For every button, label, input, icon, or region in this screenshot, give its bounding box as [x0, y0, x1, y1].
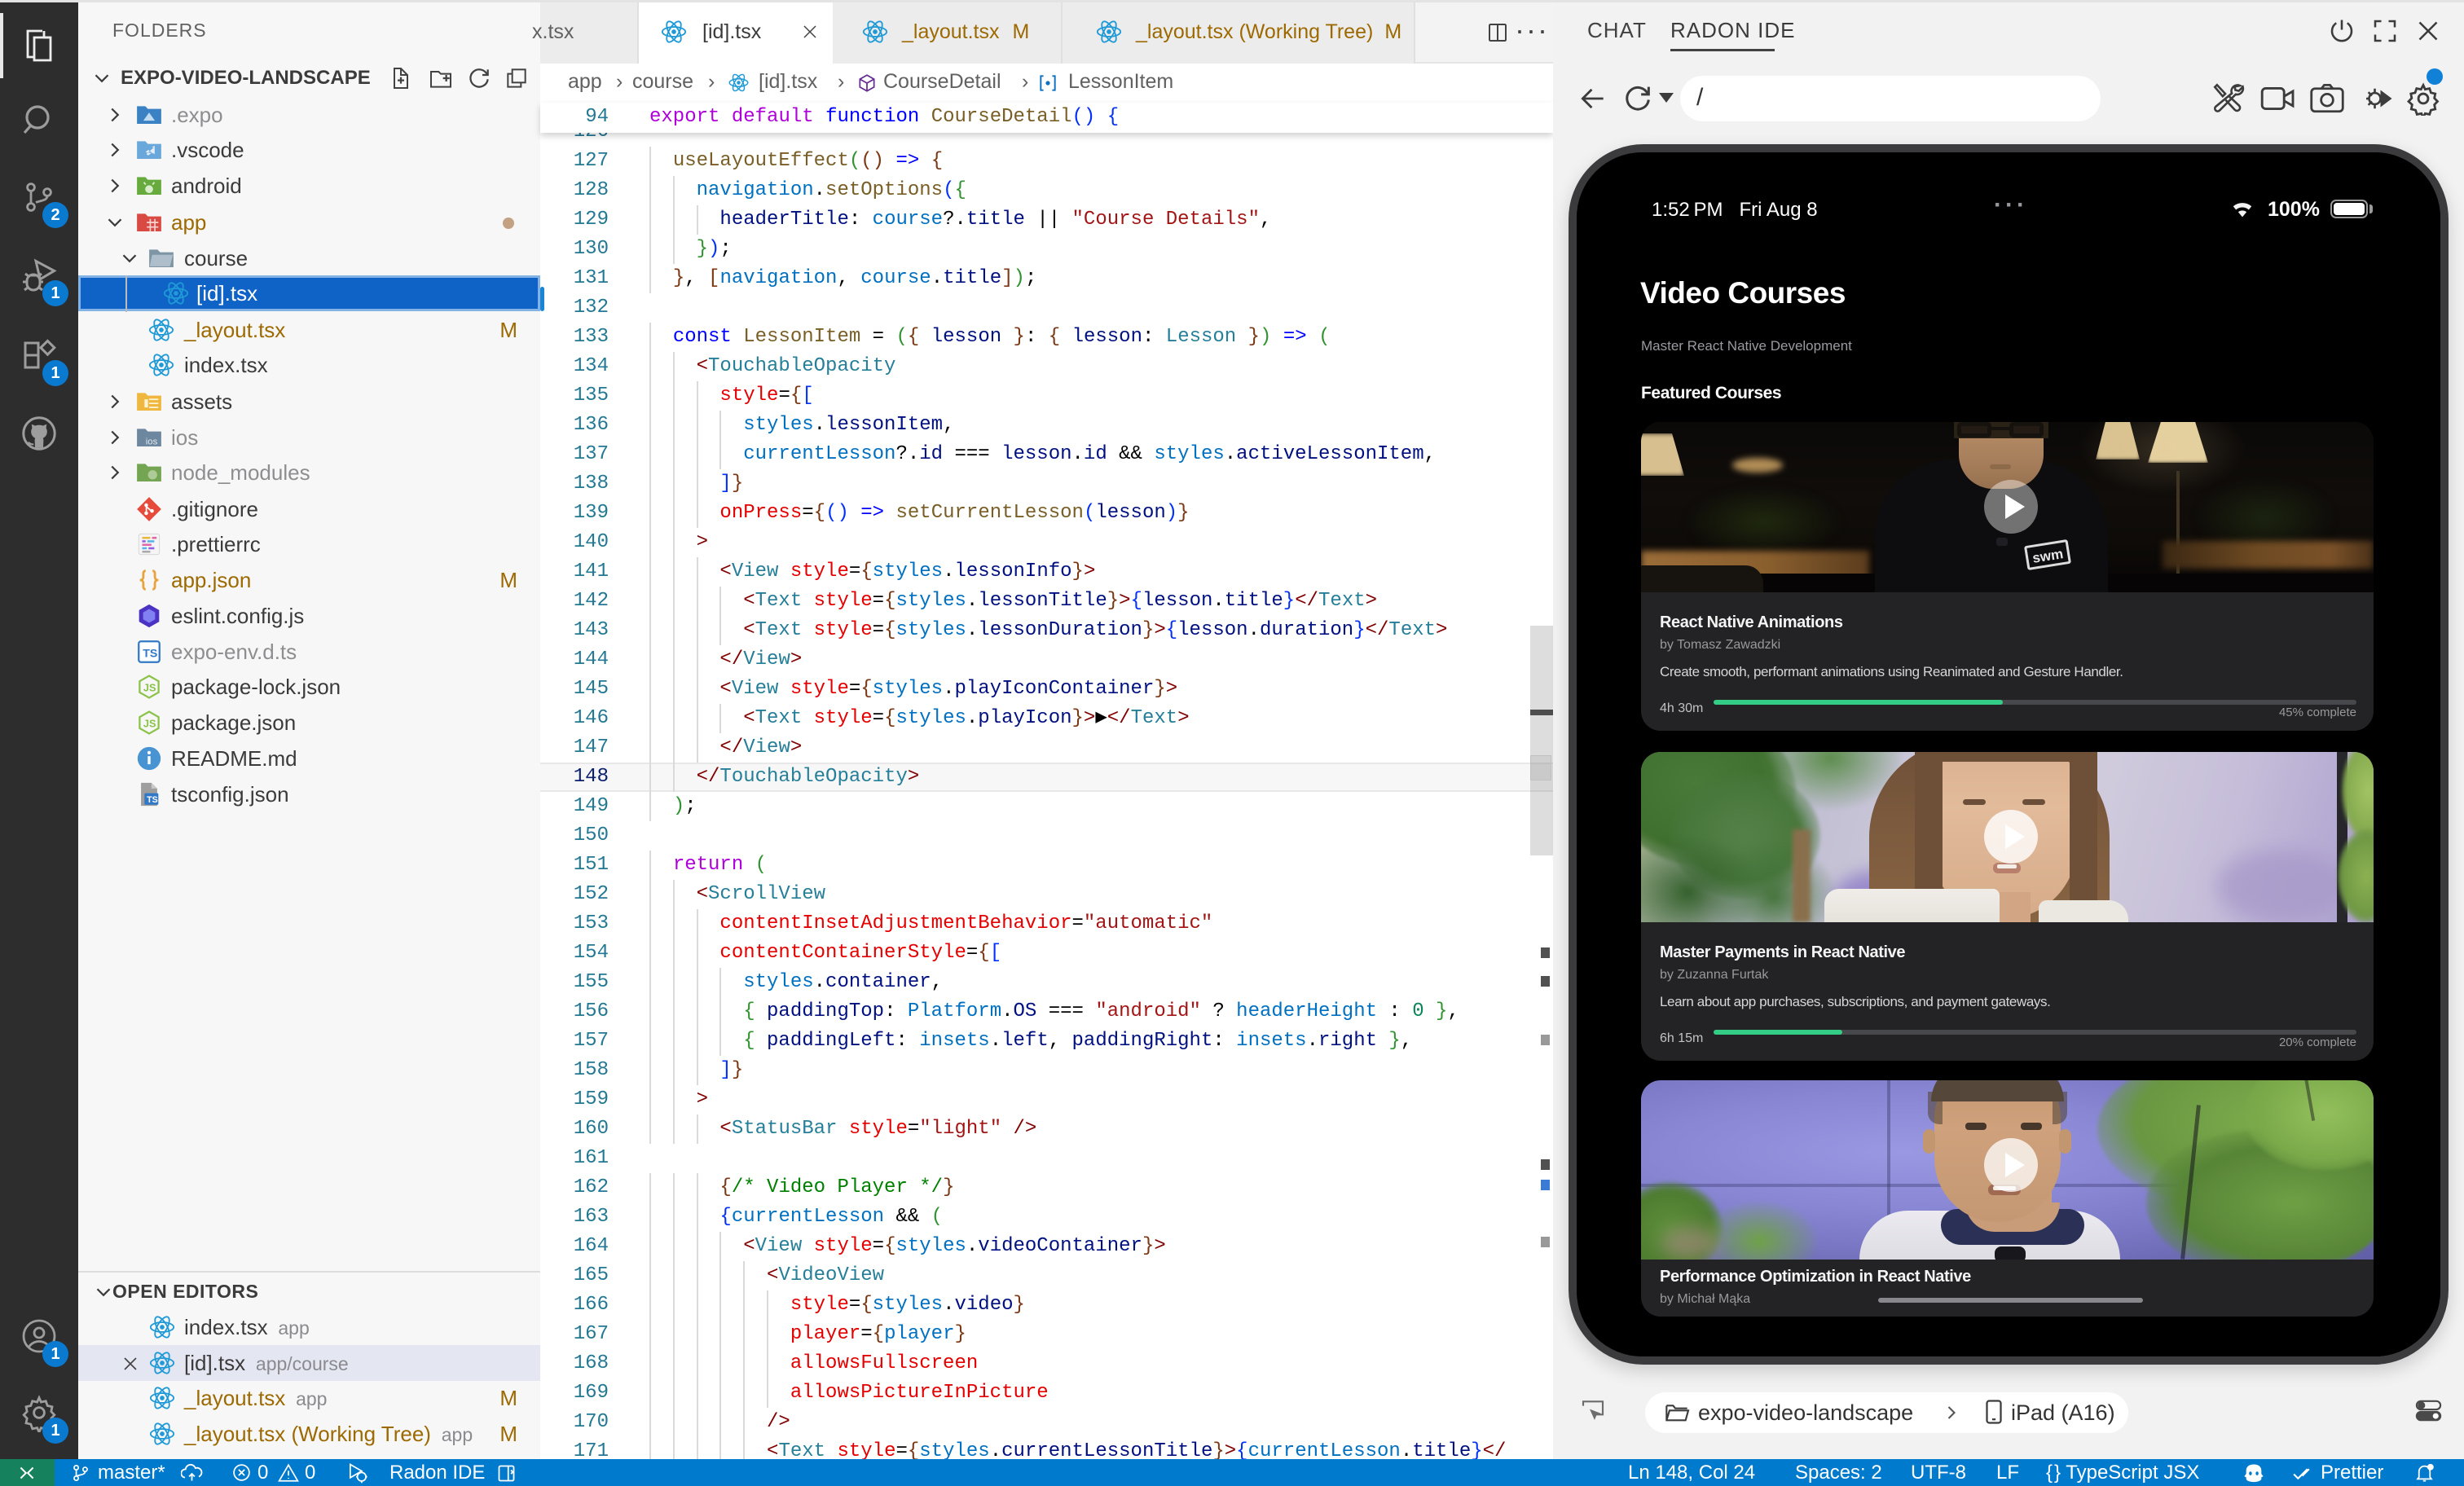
svg-text:JS: JS	[143, 682, 156, 694]
svg-text:TS: TS	[143, 647, 157, 660]
svg-text:JS: JS	[143, 718, 156, 730]
svg-text:ios: ios	[146, 437, 158, 447]
svg-text:TS: TS	[147, 795, 158, 805]
